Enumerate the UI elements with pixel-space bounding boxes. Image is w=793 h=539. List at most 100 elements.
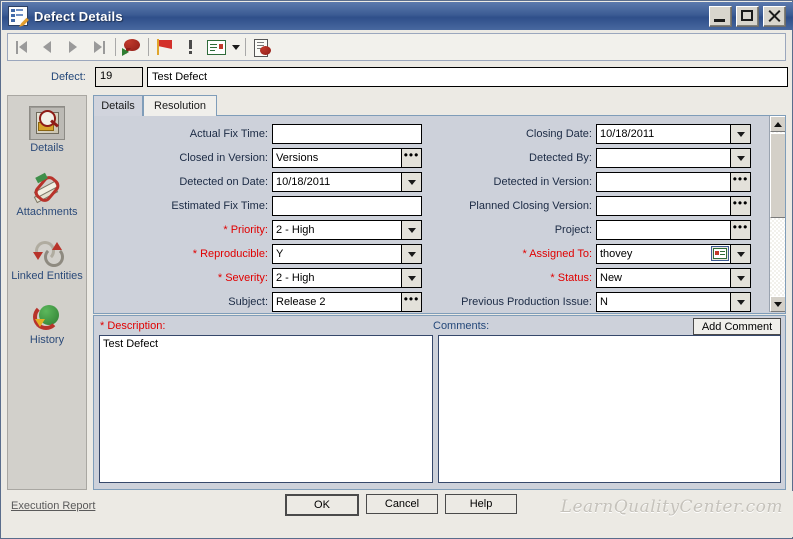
field-label: * Priority: [223,224,268,236]
comments-textarea[interactable] [438,335,781,483]
field-reproducible: * Reproducible: Y [94,242,426,266]
description-textarea[interactable]: Test Defect [99,335,433,483]
status-dropdown-button[interactable] [731,268,751,288]
detected-in-version-input[interactable] [596,172,731,192]
first-record-button[interactable] [8,35,34,59]
toolbar-separator [115,38,116,56]
tab-details[interactable]: Details [93,95,143,116]
severity-dropdown-button[interactable] [402,268,422,288]
subject-input[interactable]: Release 2 [272,292,402,312]
field-control: 10/18/2011 [596,124,751,144]
details-form-panel: Actual Fix Time: Closed in Version: Vers… [93,116,786,314]
scroll-down-button[interactable] [770,296,785,312]
window-controls [709,5,786,27]
ok-button[interactable]: OK [285,494,359,516]
chevron-down-icon[interactable] [228,35,242,59]
next-record-button[interactable] [60,35,86,59]
cancel-button[interactable]: Cancel [366,494,438,514]
sidebar-item-attachments[interactable]: Attachments [8,172,86,218]
field-control: ••• [596,196,751,216]
closed-in-version-browse-button[interactable]: ••• [402,148,422,168]
field-control: ••• [596,172,751,192]
status-input[interactable]: New [596,268,731,288]
field-label: Estimated Fix Time: [171,200,268,212]
detected-by-input[interactable] [596,148,731,168]
field-control [596,148,751,168]
priority-dropdown-button[interactable] [402,220,422,240]
close-button[interactable] [763,5,786,27]
execution-report-link[interactable]: Execution Report [11,500,95,512]
sidebar-item-label: Linked Entities [11,270,83,282]
field-control: N [596,292,751,312]
field-control [272,196,422,216]
defect-add-icon[interactable] [119,35,145,59]
closing-date-dropdown-button[interactable] [731,124,751,144]
add-comment-button[interactable]: Add Comment [693,318,781,335]
description-label: * Description: [100,320,166,332]
planned-closing-version-input[interactable] [596,196,731,216]
scrollbar-thumb[interactable] [770,133,785,218]
field-previous-production-issue: Previous Production Issue: N [426,290,754,313]
previous-record-button[interactable] [34,35,60,59]
field-label: Subject: [228,296,268,308]
field-severity: * Severity: 2 - High [94,266,426,290]
field-status: * Status: New [426,266,754,290]
reproducible-dropdown-button[interactable] [402,244,422,264]
scroll-up-button[interactable] [770,116,785,132]
subject-browse-button[interactable]: ••• [402,292,422,312]
tab-resolution[interactable]: Resolution [143,95,217,116]
defect-id-field: 19 [95,67,143,87]
field-subject: Subject: Release 2 ••• [94,290,426,313]
sidebar-item-linked-entities[interactable]: Linked Entities [8,236,86,282]
help-button[interactable]: Help [445,494,517,514]
field-control: Versions ••• [272,148,422,168]
estimated-fix-time-input[interactable] [272,196,422,216]
sidebar-item-details[interactable]: Details [8,106,86,154]
sidebar-item-label: Attachments [16,206,78,218]
document-comment-icon[interactable] [249,35,275,59]
form-column-right: Closing Date: 10/18/2011 Detected By: De… [426,122,754,313]
description-comments-panel: * Description: Comments: Add Comment Tes… [93,315,786,490]
detected-on-date-dropdown-button[interactable] [402,172,422,192]
detected-by-dropdown-button[interactable] [731,148,751,168]
field-planned-closing-version: Planned Closing Version: ••• [426,194,754,218]
closed-in-version-input[interactable]: Versions [272,148,402,168]
sidebar-item-history[interactable]: History [8,300,86,346]
window-title: Defect Details [34,8,123,24]
planned-closing-version-browse-button[interactable]: ••• [731,196,751,216]
detected-on-date-input[interactable]: 10/18/2011 [272,172,402,192]
previous-production-issue-dropdown-button[interactable] [731,292,751,312]
severity-input[interactable]: 2 - High [272,268,402,288]
field-control: 2 - High [272,268,422,288]
exclamation-icon[interactable] [178,35,204,59]
minimize-button[interactable] [709,5,732,27]
mail-icon[interactable] [204,35,228,59]
previous-production-issue-input[interactable]: N [596,292,731,312]
tab-strip-filler [217,95,786,116]
maximize-button[interactable] [736,5,759,27]
last-record-button[interactable] [86,35,112,59]
paperclip-icon [30,172,64,205]
user-list-icon[interactable] [711,246,729,261]
field-closed-in-version: Closed in Version: Versions ••• [94,146,426,170]
field-priority: * Priority: 2 - High [94,218,426,242]
priority-input[interactable]: 2 - High [272,220,402,240]
assigned-to-dropdown-button[interactable] [731,244,751,264]
defect-summary-input[interactable]: Test Defect [147,67,788,87]
reproducible-input[interactable]: Y [272,244,402,264]
watermark: LearnQualityCenter.com [560,497,783,517]
detected-in-version-browse-button[interactable]: ••• [731,172,751,192]
field-closing-date: Closing Date: 10/18/2011 [426,122,754,146]
field-label: Closed in Version: [179,152,268,164]
actual-fix-time-input[interactable] [272,124,422,144]
field-project: Project: ••• [426,218,754,242]
field-label: Detected on Date: [179,176,268,188]
project-input[interactable] [596,220,731,240]
closing-date-input[interactable]: 10/18/2011 [596,124,731,144]
form-vertical-scrollbar[interactable] [769,116,785,312]
sidebar-item-label: History [29,334,65,346]
project-browse-button[interactable]: ••• [731,220,751,240]
tab-strip: Details Resolution [93,95,786,116]
red-flag-icon[interactable] [152,35,178,59]
field-assigned-to: * Assigned To: thovey [426,242,754,266]
